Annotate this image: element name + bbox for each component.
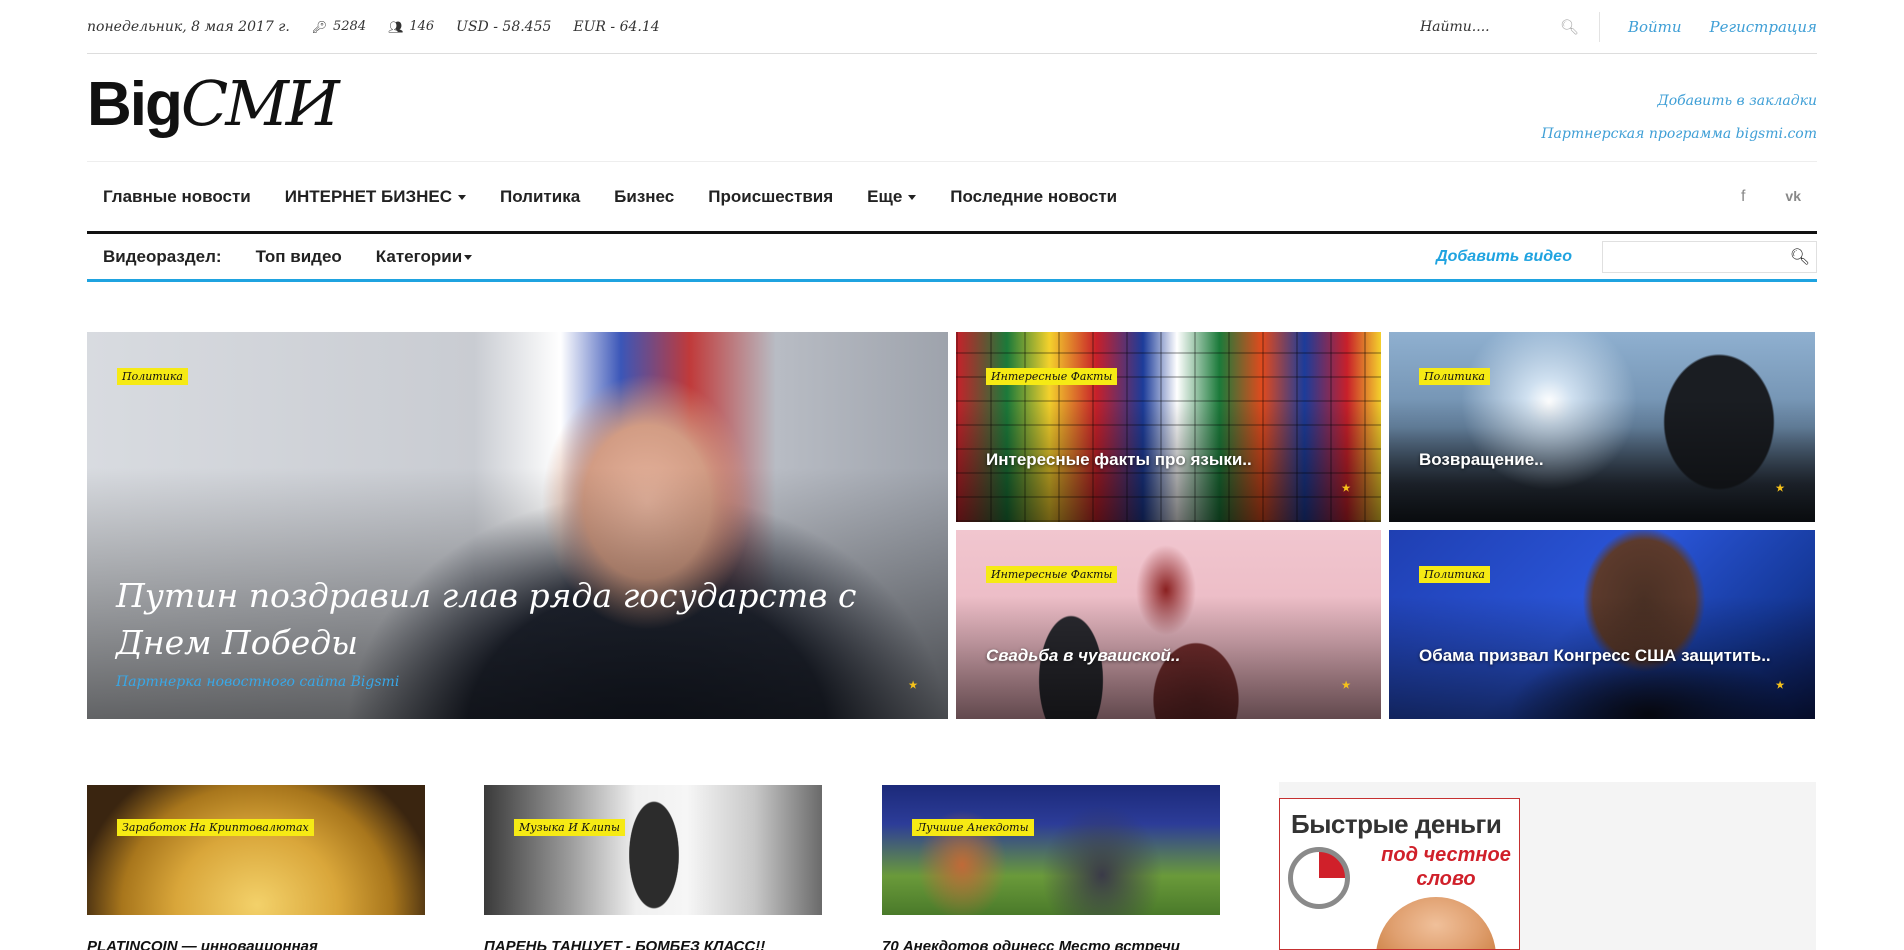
category-badge[interactable]: Музыка И Клипы (514, 819, 625, 836)
nav-business[interactable]: Бизнес (614, 187, 674, 207)
coin-image (87, 785, 425, 915)
top-bar-right: 🔍︎ Войти Регистрация (1419, 0, 1817, 53)
site-logo[interactable]: BigСМИ (87, 67, 340, 140)
key-icon: 🔑︎ (311, 19, 328, 34)
share-icon[interactable]: ⭑ (1341, 477, 1351, 498)
share-icon[interactable]: ⭑ (1775, 674, 1785, 695)
top-search-input[interactable] (1419, 18, 1550, 35)
category-badge[interactable]: Интересные Факты (986, 368, 1118, 385)
featured-tile-1[interactable]: Интересные Факты Интересные факты про яз… (956, 332, 1381, 522)
search-icon[interactable]: 🔍︎ (1560, 18, 1579, 36)
video-section-label: Видеораздел: (103, 247, 222, 266)
users-counter: 👥︎ 146 (388, 19, 434, 34)
nav-internet-business[interactable]: ИНТЕРНЕТ БИЗНЕС (285, 187, 466, 207)
bookmark-link[interactable]: Добавить в закладки (1541, 93, 1817, 109)
featured-main-title[interactable]: Путин поздравил глав ряда государств с Д… (116, 572, 916, 666)
share-icon[interactable]: ⭑ (908, 674, 918, 695)
facebook-icon[interactable]: f (1741, 188, 1745, 206)
nav-more-label: Еще (867, 187, 903, 206)
header: BigСМИ Добавить в закладки Партнерская п… (87, 55, 1817, 162)
share-icon[interactable]: ⭑ (1775, 477, 1785, 498)
news-card-title[interactable]: PLATINCOIN — инновационная (87, 938, 425, 950)
top-bar: понедельник, 8 мая 2017 г. 🔑︎ 5284 👥︎ 14… (87, 0, 1817, 54)
tile-title[interactable]: Интересные факты про языки.. (986, 450, 1252, 470)
tile-shade (1389, 530, 1815, 719)
tile-title[interactable]: Свадьба в чувашской.. (986, 646, 1180, 666)
category-badge[interactable]: Лучшие Анекдоты (912, 819, 1034, 836)
nav-latest-news[interactable]: Последние новости (950, 187, 1117, 207)
news-card-title[interactable]: ПАРЕНЬ ТАНЦУЕТ - БОМБЕЗ КЛАСС!! (484, 938, 822, 950)
tile-shade (1389, 332, 1815, 522)
advertisement-banner[interactable]: Быстрые деньги под честное слово (1279, 798, 1520, 950)
nav-politics[interactable]: Политика (500, 187, 580, 207)
users-icon: 👥︎ (388, 19, 404, 34)
dancer-image (484, 785, 822, 915)
login-link[interactable]: Войти (1628, 18, 1682, 36)
social-links: f vk (1741, 188, 1817, 206)
featured-main-subtitle[interactable]: Партнерка новостного сайта Bigsmi (116, 674, 399, 690)
category-badge[interactable]: Интересные Факты (986, 566, 1118, 583)
register-link[interactable]: Регистрация (1710, 18, 1817, 36)
nav-incidents[interactable]: Происшествия (708, 187, 833, 207)
featured-tile-3[interactable]: Интересные Факты Свадьба в чувашской.. ⭑ (956, 530, 1381, 719)
category-badge[interactable]: Политика (1419, 368, 1490, 385)
featured-tile-2[interactable]: Политика Возвращение.. ⭑ (1389, 332, 1815, 522)
top-video-link[interactable]: Топ видео (256, 247, 342, 267)
vk-icon[interactable]: vk (1785, 188, 1801, 206)
ad-subline: под честное слово (1381, 844, 1511, 890)
category-badge[interactable]: Политика (1419, 566, 1490, 583)
video-search-input[interactable] (1603, 242, 1790, 272)
keys-counter: 🔑︎ 5284 (312, 19, 366, 34)
ad-person-image (1376, 897, 1496, 949)
keys-count: 5284 (333, 19, 367, 34)
news-card[interactable]: Лучшие Анекдоты (882, 785, 1220, 915)
news-card-title[interactable]: 70 Анекдотов одинесс Место встречи (882, 938, 1220, 950)
nav-main-news[interactable]: Главные новости (103, 187, 251, 207)
main-nav: Главные новости ИНТЕРНЕТ БИЗНЕС Политика… (87, 163, 1817, 234)
usd-rate: USD - 58.455 (456, 18, 552, 35)
anecdotes-image (882, 785, 1220, 915)
search-icon[interactable]: 🔍︎ (1790, 247, 1810, 267)
share-icon[interactable]: ⭑ (1341, 674, 1351, 695)
chevron-down-icon (464, 254, 473, 260)
news-card[interactable]: Заработок На Криптовалютах (87, 785, 425, 915)
chevron-down-icon (458, 194, 466, 200)
current-date: понедельник, 8 мая 2017 г. (87, 18, 290, 35)
nav-internet-business-label: ИНТЕРНЕТ БИЗНЕС (284, 187, 452, 206)
chevron-down-icon (908, 194, 917, 200)
news-card[interactable]: Музыка И Клипы (484, 785, 822, 915)
category-badge[interactable]: Заработок На Криптовалютах (117, 819, 314, 836)
users-count: 146 (409, 19, 435, 34)
tile-shade (956, 332, 1381, 522)
logo-part-2: СМИ (180, 67, 340, 140)
tile-shade (956, 530, 1381, 719)
categories-dropdown[interactable]: Категории (375, 247, 473, 267)
header-links: Добавить в закладки Партнерская программ… (1541, 93, 1817, 159)
nav-more[interactable]: Еще (867, 187, 917, 207)
video-nav: Видеораздел: Топ видео Категории Добавит… (87, 235, 1817, 282)
stopwatch-icon (1288, 847, 1350, 909)
category-badge[interactable]: Политика (117, 368, 188, 385)
tile-title[interactable]: Возвращение.. (1419, 450, 1544, 470)
featured-main-tile[interactable]: Политика Путин поздравил глав ряда госуд… (87, 332, 948, 719)
categories-label: Категории (375, 247, 463, 266)
add-video-link[interactable]: Добавить видео (1436, 248, 1572, 266)
partner-program-link[interactable]: Партнерская программа bigsmi.com (1541, 126, 1817, 142)
top-search: 🔍︎ (1419, 11, 1600, 42)
ad-headline: Быстрые деньги (1291, 809, 1502, 839)
featured-tile-4[interactable]: Политика Обама призвал Конгресс США защи… (1389, 530, 1815, 719)
video-search: 🔍︎ (1602, 241, 1817, 273)
logo-part-1: Big (87, 70, 183, 139)
eur-rate: EUR - 64.14 (573, 18, 660, 35)
tile-title[interactable]: Обама призвал Конгресс США защитить.. (1419, 646, 1771, 666)
